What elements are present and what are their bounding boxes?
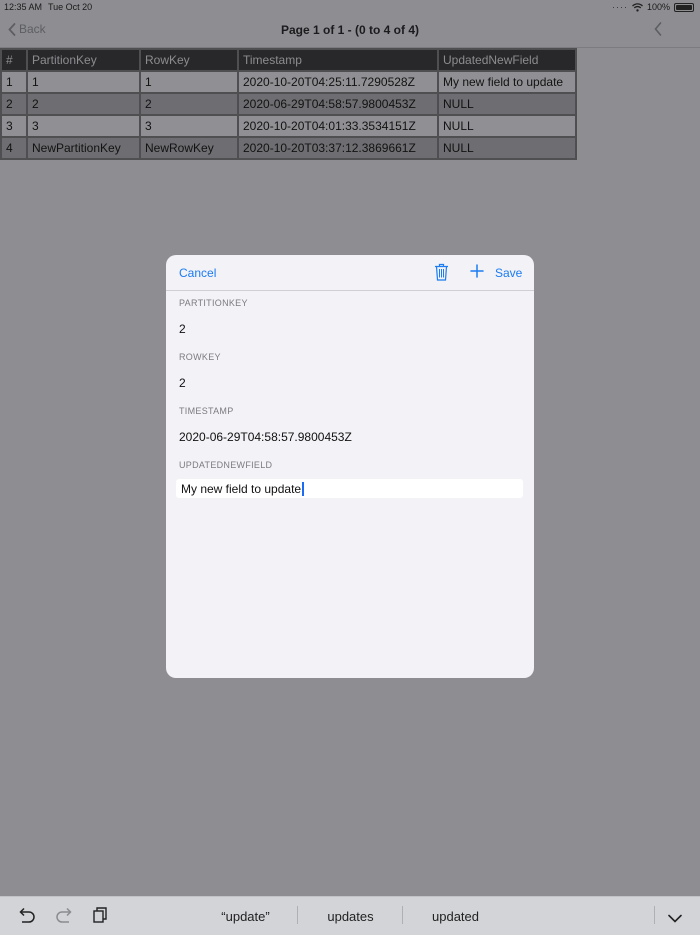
status-date: Tue Oct 20 [48,2,93,12]
trash-icon [435,263,448,281]
table-cell: 3 [2,116,26,136]
updatednewfield-input[interactable]: My new field to update [176,479,523,498]
table-cell: NewPartitionKey [28,138,139,158]
table-cell: 4 [2,138,26,158]
field-value-rowkey: 2 [179,376,186,390]
column-header-index: # [2,50,26,70]
table-cell: 2 [2,94,26,114]
table-cell: NULL [439,116,575,136]
table-cell: 2020-10-20T04:01:33.3534151Z [239,116,437,136]
wifi-icon [632,2,643,12]
column-header-rowkey[interactable]: RowKey [141,50,237,70]
suggestion-1[interactable]: “update” [193,909,298,924]
table-cell: 2 [141,94,237,114]
table-cell: 1 [141,72,237,92]
delete-button[interactable] [434,263,449,286]
save-button[interactable]: Save [495,266,522,280]
table-cell: 1 [28,72,139,92]
clipboard-icon [93,907,107,923]
battery-icon [674,2,694,12]
table-row[interactable]: 2 2 2 2020-06-29T04:58:57.9800453Z NULL [2,94,575,114]
cancel-button[interactable]: Cancel [179,266,216,280]
dismiss-keyboard-button[interactable] [668,910,682,928]
data-table: # PartitionKey RowKey Timestamp UpdatedN… [0,48,577,160]
table-cell: 3 [141,116,237,136]
table-cell: My new field to update [439,72,575,92]
table-cell: 2020-06-29T04:58:57.9800453Z [239,94,437,114]
table-cell: 1 [2,72,26,92]
column-header-timestamp[interactable]: Timestamp [239,50,437,70]
chevron-left-icon [654,22,662,36]
table-row[interactable]: 3 3 3 2020-10-20T04:01:33.3534151Z NULL [2,116,575,136]
table-cell: NewRowKey [141,138,237,158]
field-value-partitionkey: 2 [179,322,186,336]
paste-button[interactable] [93,907,108,928]
battery-percent: 100% [646,2,670,12]
nav-previous-button[interactable] [654,22,662,41]
field-label-rowkey: ROWKEY [179,352,221,362]
keyboard-suggestion-bar: “update” updates updated [0,896,700,935]
edit-entity-modal: Cancel Save PARTITIONKEY 2 ROWKEY 2 TIME… [166,255,534,678]
table-row[interactable]: 4 NewPartitionKey NewRowKey 2020-10-20T0… [2,138,575,158]
toolbar-divider [654,906,655,924]
add-button[interactable] [470,264,484,283]
table-row[interactable]: 1 1 1 2020-10-20T04:25:11.7290528Z My ne… [2,72,575,92]
field-value-timestamp: 2020-06-29T04:58:57.9800453Z [179,430,352,444]
suggestion-3[interactable]: updated [403,909,508,924]
table-cell: NULL [439,138,575,158]
plus-icon [470,264,484,278]
signal-dots: ···· [611,2,628,12]
field-label-timestamp: TIMESTAMP [179,406,234,416]
redo-button[interactable] [55,907,73,928]
chevron-down-icon [668,914,682,923]
status-right: ···· 100% [612,2,694,12]
field-label-updatednewfield: UPDATEDNEWFIELD [179,460,273,470]
status-bar: 12:35 AM Tue Oct 20 ···· 100% [0,0,700,14]
table-header-row: # PartitionKey RowKey Timestamp UpdatedN… [2,50,575,70]
updatednewfield-input-text: My new field to update [181,481,302,496]
status-time: 12:35 AM [4,2,43,12]
undo-icon [19,907,35,923]
undo-button[interactable] [18,907,36,928]
page-title: Page 1 of 1 - (0 to 4 of 4) [280,23,420,37]
text-cursor [302,481,304,496]
redo-icon [56,907,72,923]
field-label-partitionkey: PARTITIONKEY [179,298,248,308]
modal-header: Cancel Save [166,255,534,291]
table-cell: 3 [28,116,139,136]
column-header-partitionkey[interactable]: PartitionKey [28,50,139,70]
table-cell: 2020-10-20T03:37:12.3869661Z [239,138,437,158]
table-cell: 2020-10-20T04:25:11.7290528Z [239,72,437,92]
column-header-updatednewfield[interactable]: UpdatedNewField [439,50,575,70]
nav-bar: Back Page 1 of 1 - (0 to 4 of 4) [0,14,700,48]
table-cell: 2 [28,94,139,114]
suggestion-2[interactable]: updates [298,909,403,924]
table-cell: NULL [439,94,575,114]
